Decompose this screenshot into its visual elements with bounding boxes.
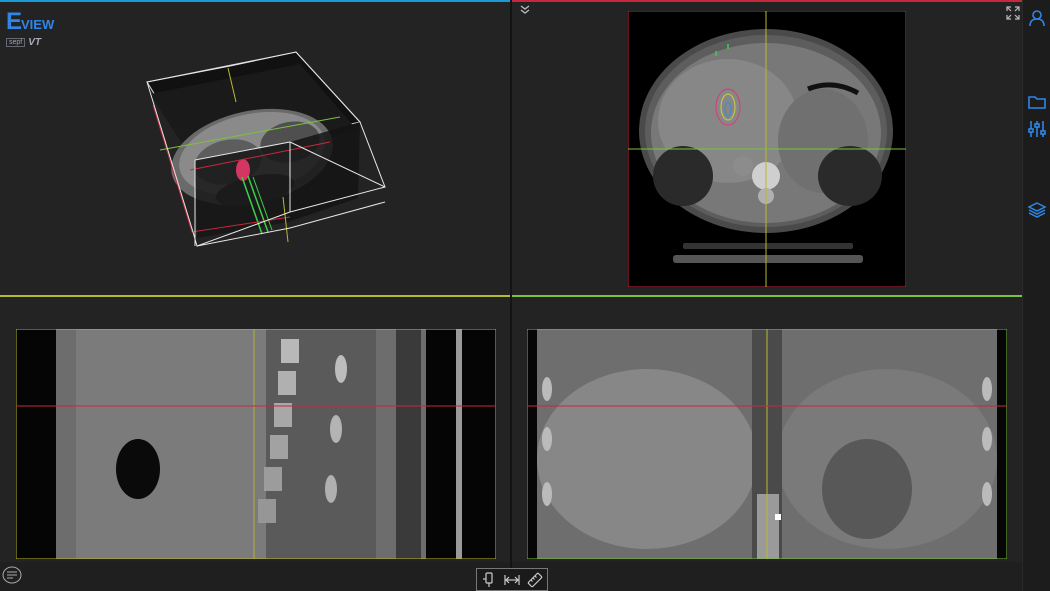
layers-icon[interactable] (1027, 200, 1047, 220)
volume-render[interactable] (0, 2, 510, 295)
sagittal-slice-image[interactable] (16, 329, 496, 559)
axial-view[interactable] (512, 2, 1022, 295)
collapse-chevron-icon[interactable] (518, 4, 532, 16)
axial-slice-image[interactable] (628, 11, 906, 287)
sliders-icon[interactable] (1027, 119, 1047, 139)
folder-icon[interactable] (1027, 92, 1047, 112)
right-sidebar (1022, 0, 1050, 591)
coronal-view[interactable] (512, 297, 1022, 562)
fullscreen-icon[interactable] (1006, 6, 1020, 20)
menu-list-icon[interactable] (2, 566, 22, 584)
user-icon[interactable] (1027, 8, 1047, 28)
sagittal-view[interactable] (0, 297, 510, 562)
ruler-icon[interactable] (526, 571, 544, 589)
bottom-toolbar (476, 568, 548, 591)
probe-icon[interactable] (480, 571, 498, 589)
3d-view[interactable]: EVIEW sepf VT (0, 2, 510, 295)
measure-distance-icon[interactable] (503, 571, 521, 589)
coronal-slice-image[interactable] (527, 329, 1007, 559)
